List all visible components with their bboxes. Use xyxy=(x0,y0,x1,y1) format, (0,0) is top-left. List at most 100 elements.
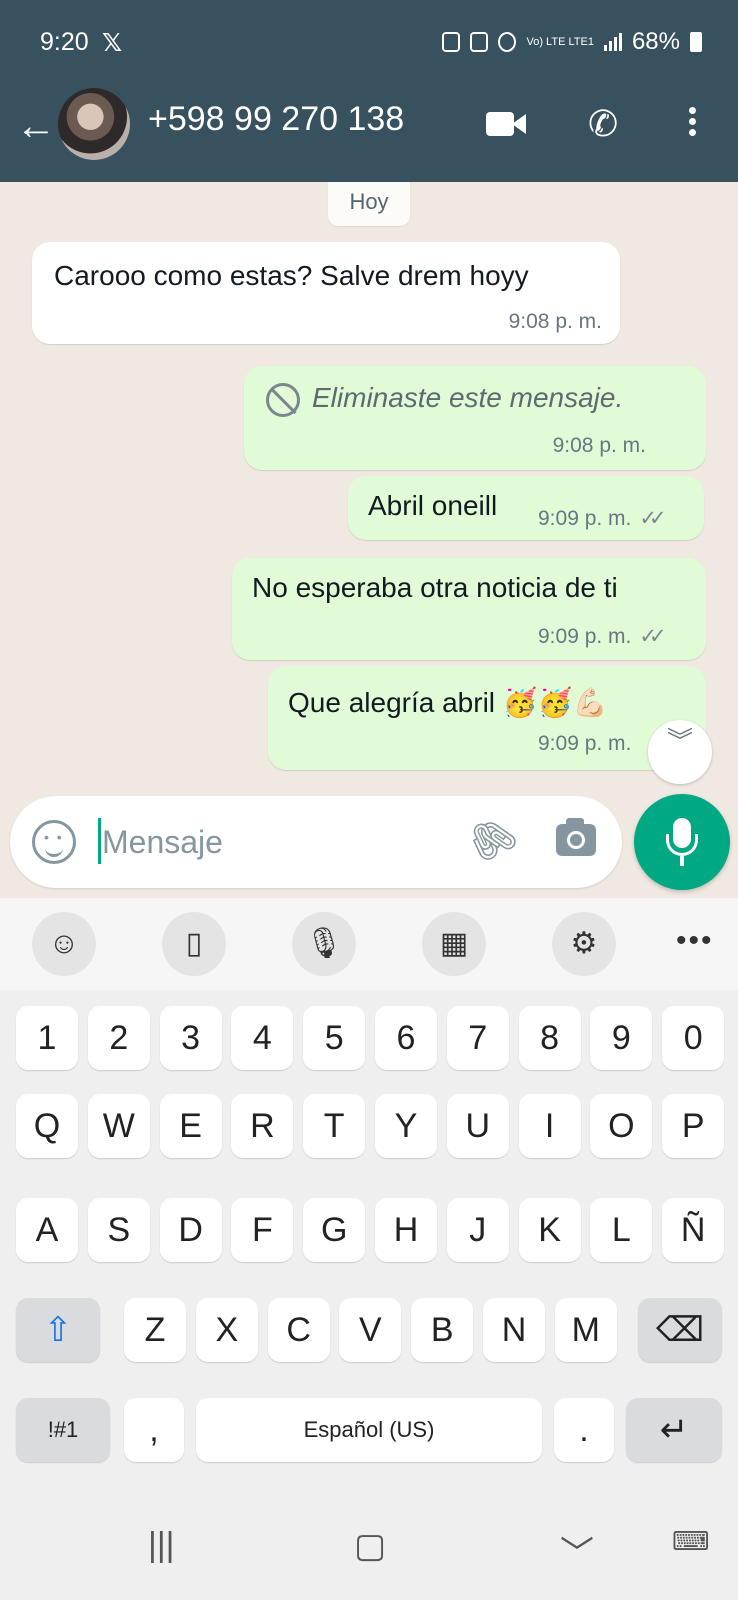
home-icon[interactable]: ▢ xyxy=(354,1526,386,1566)
key-j[interactable]: J xyxy=(446,1198,509,1262)
date-chip: Hoy xyxy=(328,182,410,226)
keyboard-switch-icon[interactable]: ⌨ xyxy=(672,1526,710,1557)
message-text: No esperaba otra noticia de ti xyxy=(252,572,618,603)
key-5[interactable]: 5 xyxy=(303,1006,366,1070)
contact-name[interactable]: +598 99 270 138 xyxy=(148,100,404,139)
key-y[interactable]: Y xyxy=(375,1094,437,1158)
symbols-key[interactable]: !#1 xyxy=(16,1398,110,1462)
key-v[interactable]: V xyxy=(339,1298,402,1362)
shift-key[interactable]: ⇧ xyxy=(16,1298,100,1362)
key-k[interactable]: K xyxy=(518,1198,581,1262)
key-e[interactable]: E xyxy=(159,1094,222,1158)
key-n[interactable]: N xyxy=(483,1298,545,1362)
settings-icon[interactable]: ⚙ xyxy=(552,912,616,976)
message-text: Carooo como estas? Salve drem hoyy xyxy=(54,260,529,291)
key-p[interactable]: P xyxy=(662,1094,725,1158)
message-time: 9:08 p. m. xyxy=(508,310,602,333)
message-outgoing[interactable]: No esperaba otra noticia de ti 9:09 p. m… xyxy=(232,558,706,660)
paperclip-icon[interactable]: 🖇 xyxy=(457,805,526,874)
x-app-icon: 𝕏 xyxy=(102,29,123,57)
backspace-key[interactable]: ⌫ xyxy=(638,1298,722,1362)
message-time: 9:09 p. m. xyxy=(538,507,632,530)
key-7[interactable]: 7 xyxy=(446,1006,509,1070)
message-deleted[interactable]: Eliminaste este mensaje. 9:08 p. m. xyxy=(244,366,706,470)
app-bar: ← +598 99 270 138 ✆ xyxy=(0,86,738,182)
key-d[interactable]: D xyxy=(159,1198,222,1262)
video-call-icon[interactable] xyxy=(486,104,530,144)
key-u[interactable]: U xyxy=(446,1094,509,1158)
clock: 9:20 xyxy=(40,28,89,56)
key-c[interactable]: C xyxy=(267,1298,330,1362)
notification-icon xyxy=(442,32,461,52)
key-w[interactable]: W xyxy=(87,1094,150,1158)
back-down-icon[interactable]: ﹀ xyxy=(560,1526,594,1575)
alarm-icon xyxy=(498,32,517,52)
voice-input-icon[interactable]: 🎙 xyxy=(292,912,356,976)
deleted-message-text: Eliminaste este mensaje. xyxy=(266,382,623,417)
key-h[interactable]: H xyxy=(375,1198,437,1262)
key-i[interactable]: I xyxy=(518,1094,581,1158)
key-9[interactable]: 9 xyxy=(590,1006,653,1070)
key-6[interactable]: 6 xyxy=(375,1006,437,1070)
key-a[interactable]: A xyxy=(16,1198,78,1262)
key-1[interactable]: 1 xyxy=(16,1006,78,1070)
avatar[interactable] xyxy=(58,88,130,160)
read-ticks-icon: ✓✓ xyxy=(639,625,666,648)
signal-icon xyxy=(603,33,622,51)
space-key[interactable]: Español (US) xyxy=(196,1398,542,1462)
battery-percent: 68% xyxy=(631,28,680,55)
more-vert-icon[interactable] xyxy=(676,104,708,144)
chat-header: 9:20 𝕏 Vo) LTE LTE1 68% ← +598 99 270 13… xyxy=(0,0,738,182)
status-bar: 9:20 𝕏 Vo) LTE LTE1 68% xyxy=(0,0,738,86)
key-l[interactable]: L xyxy=(590,1198,653,1262)
clipboard-icon[interactable]: ▯ xyxy=(162,912,226,976)
key-z[interactable]: Z xyxy=(124,1298,186,1362)
keypad-icon[interactable]: ▦ xyxy=(422,912,486,976)
smiley-icon[interactable] xyxy=(32,820,76,864)
key-b[interactable]: B xyxy=(411,1298,474,1362)
key-t[interactable]: T xyxy=(303,1094,366,1158)
key-m[interactable]: M xyxy=(554,1298,617,1362)
message-outgoing[interactable]: Que alegría abril 🥳🥳💪🏻 9:09 p. m. xyxy=(268,666,706,770)
key-r[interactable]: R xyxy=(231,1094,294,1158)
message-text: Que alegría abril 🥳🥳💪🏻 xyxy=(288,687,608,718)
deleted-label: Eliminaste este mensaje. xyxy=(312,382,624,413)
camera-icon[interactable] xyxy=(556,818,596,856)
microphone-icon-arc xyxy=(666,834,698,856)
message-time: 9:09 p. m. xyxy=(538,625,632,648)
key-q[interactable]: Q xyxy=(16,1094,78,1158)
key-x[interactable]: X xyxy=(195,1298,258,1362)
comma-key[interactable]: , xyxy=(124,1398,184,1462)
key-s[interactable]: S xyxy=(87,1198,150,1262)
keyboard-toolbar: ☺ ▯ 🎙 ▦ ⚙ ••• xyxy=(0,898,738,990)
message-incoming[interactable]: Carooo como estas? Salve drem hoyy 9:08 … xyxy=(32,242,620,344)
recents-icon[interactable]: ||| xyxy=(148,1526,175,1565)
message-text: Abril oneill xyxy=(368,490,498,521)
more-icon[interactable]: ••• xyxy=(676,924,714,958)
network-label: Vo) LTE LTE1 xyxy=(526,35,594,48)
emoji-icon[interactable]: ☺ xyxy=(32,912,96,976)
message-input[interactable] xyxy=(102,816,442,868)
key-2[interactable]: 2 xyxy=(87,1006,150,1070)
key-3[interactable]: 3 xyxy=(159,1006,222,1070)
arrow-left-icon[interactable]: ← xyxy=(16,106,56,146)
key-8[interactable]: 8 xyxy=(518,1006,581,1070)
enter-key[interactable]: ↵ xyxy=(626,1398,722,1462)
message-list[interactable]: Hoy Carooo como estas? Salve drem hoyy 9… xyxy=(0,182,738,898)
key-0[interactable]: 0 xyxy=(662,1006,725,1070)
message-time: 9:09 p. m. xyxy=(538,732,632,755)
blocked-icon xyxy=(266,382,300,417)
microphone-button[interactable] xyxy=(634,794,730,890)
key-o[interactable]: O xyxy=(590,1094,653,1158)
key-4[interactable]: 4 xyxy=(231,1006,294,1070)
microphone-icon-stem xyxy=(680,856,684,866)
phone-icon[interactable]: ✆ xyxy=(588,104,632,144)
key-f[interactable]: F xyxy=(231,1198,294,1262)
status-icons: Vo) LTE LTE1 68% xyxy=(442,28,702,56)
double-chevron-down-icon[interactable]: ︾ xyxy=(648,720,712,784)
period-key[interactable]: . xyxy=(554,1398,614,1462)
key-ñ[interactable]: Ñ xyxy=(662,1198,725,1262)
message-outgoing[interactable]: Abril oneill 9:09 p. m. ✓✓ xyxy=(348,476,704,540)
battery-icon xyxy=(690,32,702,52)
key-g[interactable]: G xyxy=(303,1198,366,1262)
